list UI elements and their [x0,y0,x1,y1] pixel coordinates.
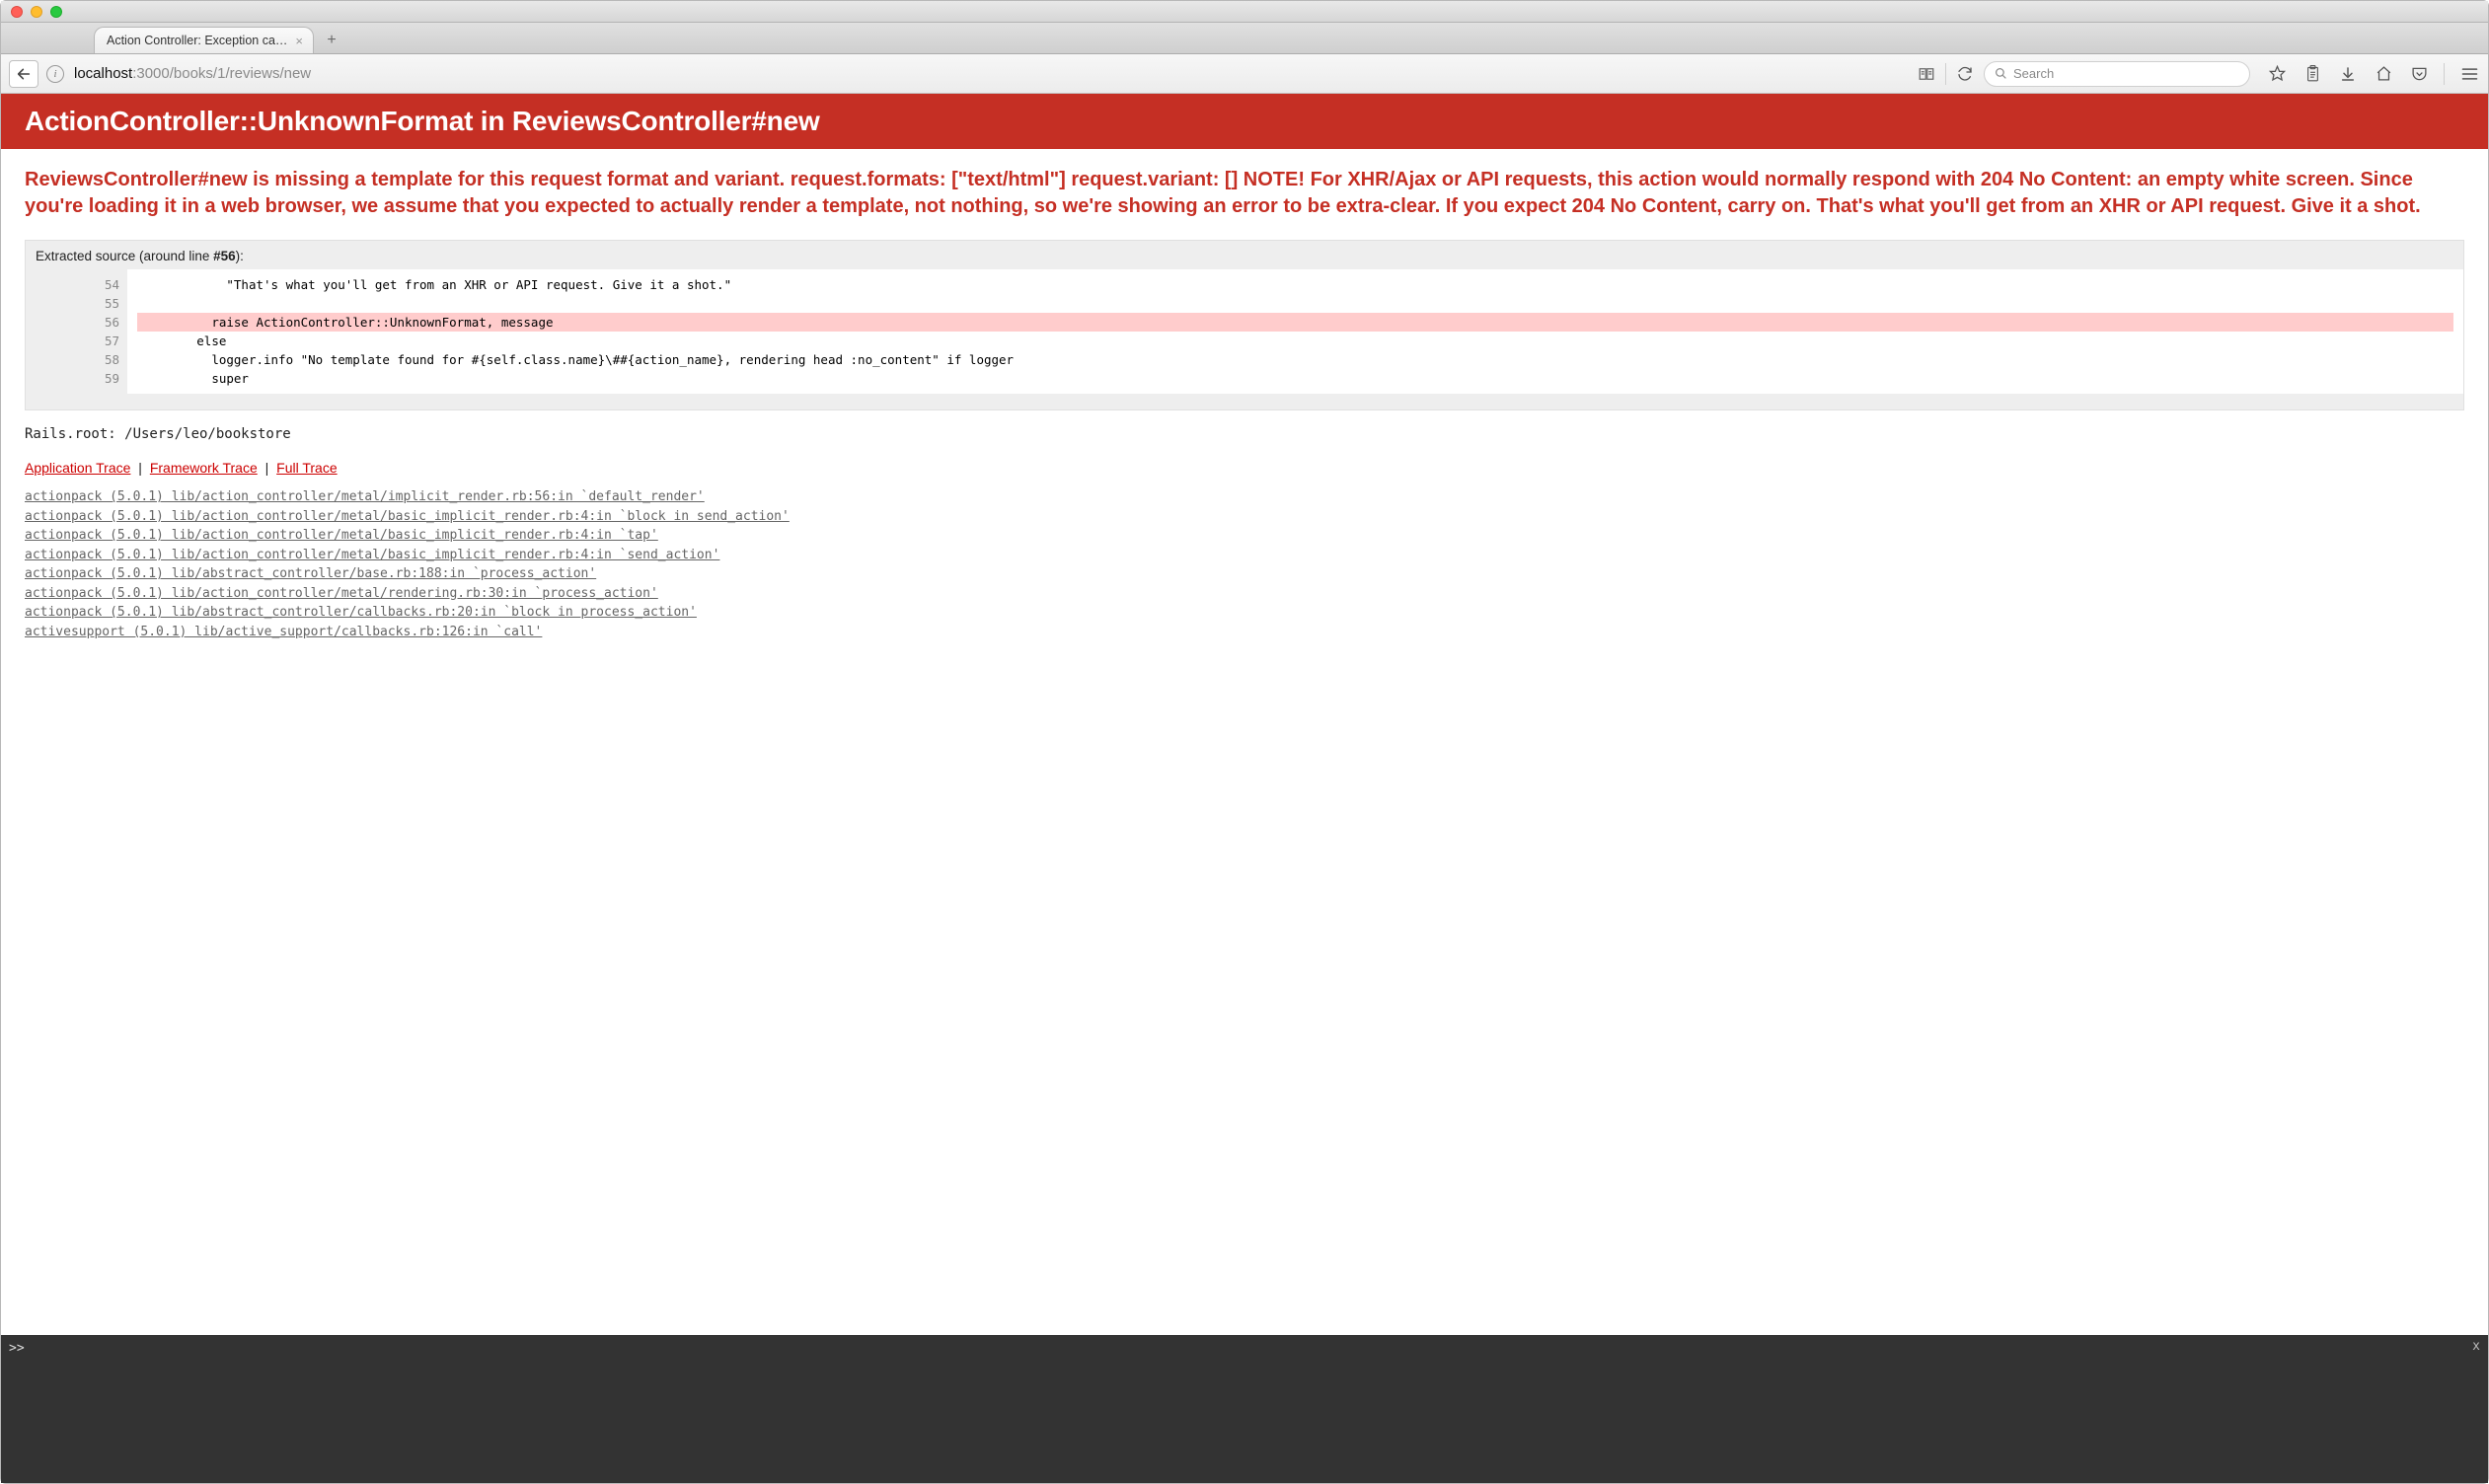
window-zoom-button[interactable] [50,6,62,18]
window-titlebar [1,1,2488,23]
line-numbers: 545556575859 [26,269,127,394]
source-line: super [137,369,2453,388]
arrow-left-icon [16,66,32,82]
trace-line[interactable]: actionpack (5.0.1) lib/abstract_controll… [25,603,2464,623]
source-lines: "That's what you'll get from an XHR or A… [127,269,2463,394]
toolbar-right-icons [2266,63,2480,85]
site-info-icon[interactable]: i [46,65,64,83]
rails-error-header: ActionController::UnknownFormat in Revie… [1,94,2488,149]
pocket-icon[interactable] [2408,63,2430,85]
reload-button[interactable] [1954,63,1976,85]
page-viewport: ActionController::UnknownFormat in Revie… [1,94,2488,1483]
home-icon[interactable] [2373,63,2394,85]
tab-title: Action Controller: Exception ca… [107,34,287,47]
trace-tab-framework[interactable]: Framework Trace [150,460,258,476]
source-code: 545556575859 "That's what you'll get fro… [26,269,2463,394]
hamburger-menu-icon[interactable] [2458,63,2480,85]
back-button[interactable] [9,60,38,88]
web-console[interactable]: >> x [1,1335,2488,1483]
clipboard-icon[interactable] [2301,63,2323,85]
stack-trace: actionpack (5.0.1) lib/action_controller… [25,487,2464,641]
trace-line[interactable]: activesupport (5.0.1) lib/active_support… [25,623,2464,642]
tab-close-button[interactable]: × [293,35,305,47]
bookmark-star-icon[interactable] [2266,63,2288,85]
trace-line[interactable]: actionpack (5.0.1) lib/action_controller… [25,507,2464,527]
trace-line[interactable]: actionpack (5.0.1) lib/action_controller… [25,487,2464,507]
console-close-button[interactable]: x [2472,1339,2480,1354]
browser-tab[interactable]: Action Controller: Exception ca… × [94,27,314,53]
console-prompt[interactable]: >> [1,1335,2488,1362]
toolbar-divider [2444,63,2445,85]
error-message: ReviewsController#new is missing a templ… [25,167,2464,220]
downloads-icon[interactable] [2337,63,2359,85]
reader-mode-icon[interactable] [1916,63,1937,85]
trace-line[interactable]: actionpack (5.0.1) lib/abstract_controll… [25,564,2464,584]
rails-root: Rails.root: /Users/leo/bookstore [25,426,2464,442]
url-path: :3000/books/1/reviews/new [132,65,311,82]
trace-tab-full[interactable]: Full Trace [276,460,337,476]
trace-line[interactable]: actionpack (5.0.1) lib/action_controller… [25,526,2464,546]
tabstrip: Action Controller: Exception ca… × + [1,23,2488,54]
trace-line[interactable]: actionpack (5.0.1) lib/action_controller… [25,546,2464,565]
source-line: raise ActionController::UnknownFormat, m… [137,313,2453,332]
source-line: else [137,332,2453,350]
trace-tabs: Application Trace | Framework Trace | Fu… [25,460,2464,476]
source-line: logger.info "No template found for #{sel… [137,350,2453,369]
trace-tab-application[interactable]: Application Trace [25,460,130,476]
source-line: "That's what you'll get from an XHR or A… [137,275,2453,294]
extracted-source-block: Extracted source (around line #56): 5455… [25,240,2464,410]
search-icon [1995,67,2007,80]
new-tab-button[interactable]: + [318,30,345,51]
search-box[interactable]: Search [1984,61,2250,87]
browser-toolbar: i localhost:3000/books/1/reviews/new Sea… [1,54,2488,94]
rails-error-body: ReviewsController#new is missing a templ… [1,149,2488,1335]
traffic-lights [11,6,62,18]
url-host: localhost [74,65,132,82]
toolbar-divider [1945,63,1946,85]
search-placeholder: Search [2013,66,2054,81]
window-minimize-button[interactable] [31,6,42,18]
source-line [137,294,2453,313]
source-header: Extracted source (around line #56): [26,249,2463,269]
window-close-button[interactable] [11,6,23,18]
error-title: ActionController::UnknownFormat in Revie… [25,106,2464,137]
trace-line[interactable]: actionpack (5.0.1) lib/action_controller… [25,584,2464,604]
address-bar[interactable]: localhost:3000/books/1/reviews/new [72,61,1908,86]
